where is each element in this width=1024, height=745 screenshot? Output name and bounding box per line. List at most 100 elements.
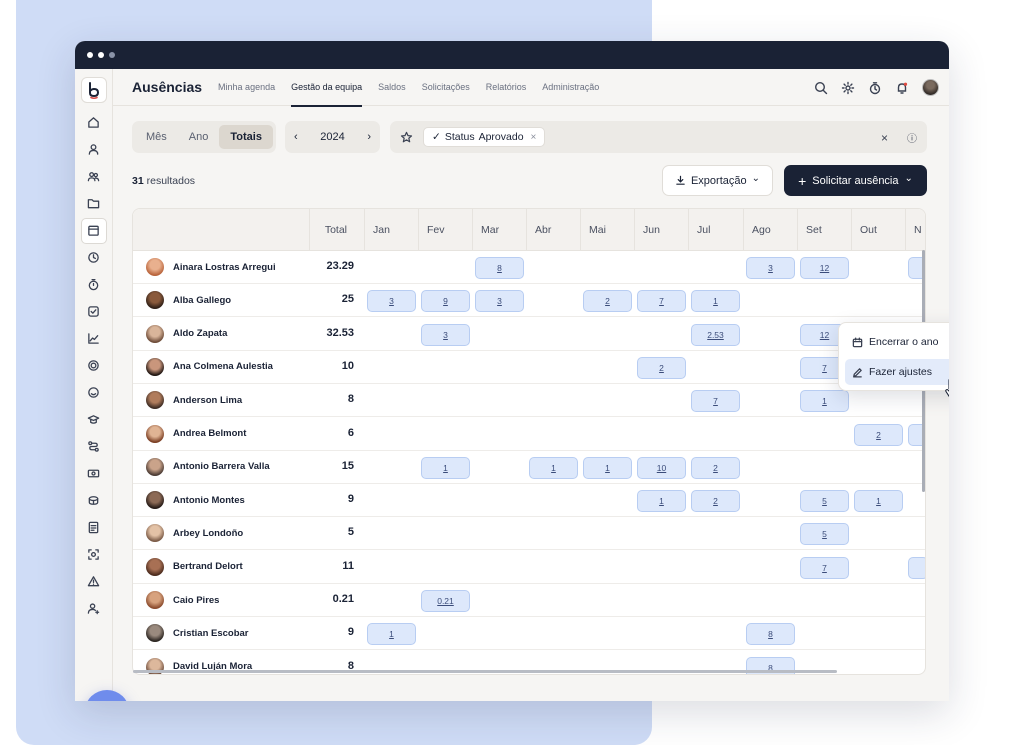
- employee-name[interactable]: Ainara Lostras Arregui: [173, 262, 276, 273]
- horizontal-scrollbar[interactable]: [133, 670, 837, 673]
- sidebar-calendar-item[interactable]: [80, 217, 107, 244]
- employee-name[interactable]: Bertrand Delort: [173, 561, 243, 572]
- employee-cell[interactable]: Arbey Londoño: [146, 524, 243, 543]
- absence-cell-jul[interactable]: 2: [691, 456, 740, 479]
- absence-cell-out[interactable]: 1: [854, 490, 903, 513]
- gear-icon[interactable]: [841, 81, 855, 95]
- tab-relatorios[interactable]: Relatórios: [486, 69, 527, 106]
- column-header-n[interactable]: N: [914, 209, 922, 251]
- absence-cell-fev[interactable]: 1: [421, 456, 470, 479]
- sidebar-target-item[interactable]: [81, 353, 107, 379]
- sidebar-check-square-item[interactable]: [81, 299, 107, 325]
- absence-cell-jun[interactable]: 10: [637, 456, 686, 479]
- tab-minha-agenda[interactable]: Minha agenda: [218, 69, 275, 106]
- table-row[interactable]: Caio Pires 0.21 0.21: [133, 584, 925, 617]
- absence-cell-jun[interactable]: 2: [637, 356, 686, 379]
- prev-year-button[interactable]: ‹: [294, 131, 298, 143]
- app-logo[interactable]: [80, 77, 107, 103]
- absence-cell-set[interactable]: 12: [800, 257, 849, 279]
- sidebar-alert-item[interactable]: [81, 569, 107, 595]
- employee-cell[interactable]: Ainara Lostras Arregui: [146, 258, 276, 276]
- search-icon[interactable]: [814, 81, 828, 95]
- employee-name[interactable]: Antonio Barrera Valla: [173, 461, 270, 472]
- column-header-total[interactable]: Total: [309, 209, 347, 251]
- absence-cell-mar[interactable]: 8: [475, 257, 524, 279]
- table-row[interactable]: Aldo Zapata 32.53 3 2.53 12: [133, 318, 925, 351]
- column-header-fev[interactable]: Fev: [427, 209, 445, 251]
- table-row[interactable]: Anderson Lima 8 7 1: [133, 384, 925, 418]
- absence-cell-jan[interactable]: 1: [367, 623, 416, 646]
- employee-name[interactable]: Ana Colmena Aulestia: [173, 361, 273, 372]
- view-mode-totals[interactable]: Totais: [219, 125, 273, 149]
- sidebar-clock-item[interactable]: [81, 245, 107, 271]
- absence-cell-jun[interactable]: 7: [637, 290, 686, 313]
- employee-name[interactable]: Cristian Escobar: [173, 628, 249, 639]
- table-row[interactable]: Bertrand Delort 11 7: [133, 551, 925, 584]
- clear-filters-icon[interactable]: ×: [881, 131, 888, 145]
- sidebar-folder-item[interactable]: [81, 191, 107, 217]
- employee-cell[interactable]: Alba Gallego: [146, 291, 231, 310]
- absence-cell-jul[interactable]: 7: [691, 390, 740, 413]
- absence-cell-mar[interactable]: 3: [475, 290, 524, 313]
- absence-cell-set[interactable]: 5: [800, 490, 849, 513]
- sidebar-money-item[interactable]: [81, 461, 107, 487]
- employee-cell[interactable]: Aldo Zapata: [146, 324, 227, 343]
- column-header-abr[interactable]: Abr: [535, 209, 551, 251]
- table-row[interactable]: Antonio Montes 9 1 2 5 1: [133, 484, 925, 518]
- request-absence-button[interactable]: + Solicitar ausência ⌄: [784, 165, 927, 196]
- timer-icon[interactable]: [868, 81, 882, 95]
- absence-cell-mai[interactable]: 1: [583, 456, 632, 479]
- sidebar-user-item[interactable]: [81, 137, 107, 163]
- absence-cell-ago[interactable]: 8: [746, 623, 795, 646]
- table-row[interactable]: Ana Colmena Aulestia 10 2 7: [133, 351, 925, 384]
- employee-name[interactable]: Andrea Belmont: [173, 428, 246, 439]
- column-header-jul[interactable]: Jul: [697, 209, 710, 251]
- absence-cell-set[interactable]: 1: [800, 390, 849, 413]
- employee-name[interactable]: Alba Gallego: [173, 295, 231, 306]
- employee-cell[interactable]: Antonio Barrera Valla: [146, 457, 270, 476]
- star-icon[interactable]: [400, 131, 413, 144]
- sidebar-document-item[interactable]: [81, 515, 107, 541]
- absence-cell-jan[interactable]: 3: [367, 290, 416, 313]
- employee-cell[interactable]: Anderson Lima: [146, 391, 242, 410]
- sidebar-stopwatch-item[interactable]: [81, 272, 107, 298]
- next-year-button[interactable]: ›: [367, 131, 371, 143]
- info-icon[interactable]: ⓘ: [907, 130, 917, 145]
- employee-name[interactable]: Aldo Zapata: [173, 328, 227, 339]
- absence-cell-abr[interactable]: 1: [529, 456, 578, 479]
- column-header-mar[interactable]: Mar: [481, 209, 499, 251]
- column-header-mai[interactable]: Mai: [589, 209, 606, 251]
- absence-cell-fev[interactable]: 9: [421, 290, 470, 313]
- employee-name[interactable]: Caio Pires: [173, 595, 219, 606]
- column-header-jun[interactable]: Jun: [643, 209, 660, 251]
- column-header-jan[interactable]: Jan: [373, 209, 390, 251]
- employee-name[interactable]: Anderson Lima: [173, 395, 242, 406]
- table-row[interactable]: Andrea Belmont 6 2: [133, 418, 925, 451]
- absence-cell-out[interactable]: 2: [854, 423, 903, 446]
- table-row[interactable]: Cristian Escobar 9 1 8: [133, 617, 925, 651]
- absence-cell-jul[interactable]: 2.53: [691, 323, 740, 346]
- column-header-out[interactable]: Out: [860, 209, 877, 251]
- sidebar-route-item[interactable]: [81, 434, 107, 460]
- absence-cell-jul[interactable]: 2: [691, 490, 740, 513]
- table-row[interactable]: Ainara Lostras Arregui 23.29 8 3 12: [133, 251, 925, 284]
- menu-item-close-year[interactable]: Encerrar o ano: [845, 329, 949, 355]
- table-row[interactable]: Antonio Barrera Valla 15 1 1 1 10 2: [133, 451, 925, 484]
- chip-remove-icon[interactable]: ×: [531, 132, 537, 143]
- status-filter-chip[interactable]: ✓ Status Aprovado ×: [423, 127, 546, 147]
- user-avatar[interactable]: [922, 79, 939, 96]
- column-header-ago[interactable]: Ago: [752, 209, 771, 251]
- sidebar-smile-item[interactable]: [81, 380, 107, 406]
- tab-saldos[interactable]: Saldos: [378, 69, 406, 106]
- employee-cell[interactable]: Antonio Montes: [146, 491, 245, 510]
- employee-name[interactable]: Antonio Montes: [173, 495, 245, 506]
- sidebar-chart-item[interactable]: [81, 326, 107, 352]
- employee-cell[interactable]: Ana Colmena Aulestia: [146, 357, 273, 376]
- employee-cell[interactable]: Cristian Escobar: [146, 624, 249, 643]
- sidebar-user-settings-item[interactable]: [81, 596, 107, 622]
- bell-icon[interactable]: [895, 81, 909, 95]
- absence-cell-jun[interactable]: 1: [637, 490, 686, 513]
- tab-administracao[interactable]: Administração: [542, 69, 599, 106]
- view-mode-year[interactable]: Ano: [178, 125, 220, 149]
- export-button[interactable]: Exportação ⌄: [662, 165, 773, 196]
